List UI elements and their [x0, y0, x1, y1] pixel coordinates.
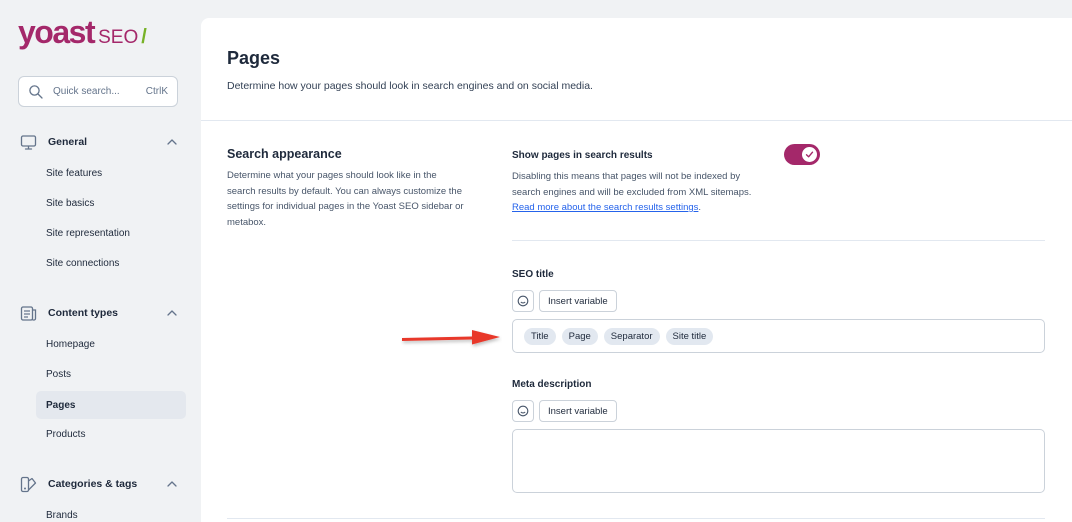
- chevron-up-icon: [167, 139, 177, 145]
- search-results-settings-link[interactable]: Read more about the search results setti…: [512, 202, 698, 213]
- page-title: Pages: [227, 48, 281, 68]
- check-icon: [805, 151, 814, 158]
- sidebar-item-homepage[interactable]: Homepage: [36, 330, 186, 358]
- toggle-description-text: Disabling this means that pages will not…: [512, 171, 752, 198]
- toggle-description: Disabling this means that pages will not…: [512, 171, 752, 213]
- nav-group-categories-tags[interactable]: Categories & tags: [20, 473, 180, 495]
- main-panel: Pages Determine how your pages should lo…: [201, 18, 1072, 522]
- meta-description-insert-variable-button[interactable]: Insert variable: [539, 400, 617, 422]
- sidebar-item-pages[interactable]: Pages: [36, 391, 186, 419]
- chevron-up-icon: [167, 310, 177, 316]
- search-shortcut: CtrlK: [145, 86, 168, 97]
- seo-title-chips: Title Page Separator Site title: [513, 320, 1044, 352]
- search-placeholder: Quick search...: [53, 86, 120, 97]
- content-types-icon: [20, 305, 37, 321]
- seo-title-insert-variable-button[interactable]: Insert variable: [539, 290, 617, 312]
- nav-group-label: Categories & tags: [48, 478, 138, 490]
- variable-chip[interactable]: Site title: [665, 327, 714, 345]
- nav-group-label: Content types: [48, 307, 119, 319]
- quick-search-input[interactable]: Quick search... CtrlK: [18, 76, 178, 107]
- logo-seo: SEO: [98, 27, 139, 48]
- sidebar: yoast SEO / Quick search... CtrlK Genera…: [0, 0, 200, 522]
- toggle-label: Show pages in search results: [512, 150, 653, 161]
- yoast-logo[interactable]: yoast SEO /: [18, 16, 147, 48]
- meta-description-label: Meta description: [512, 379, 592, 390]
- logo-word: yoast: [18, 14, 96, 50]
- nav-group-general[interactable]: General: [20, 131, 180, 153]
- sidebar-item-brands[interactable]: Brands: [36, 501, 186, 522]
- seo-title-input[interactable]: Title Page Separator Site title: [512, 319, 1045, 353]
- sidebar-item-site-features[interactable]: Site features: [36, 159, 186, 187]
- sidebar-item-site-connections[interactable]: Site connections: [36, 249, 186, 277]
- seo-title-label: SEO title: [512, 269, 554, 280]
- sidebar-item-site-basics[interactable]: Site basics: [36, 189, 186, 217]
- monitor-icon: [20, 134, 37, 150]
- variable-chip[interactable]: Title: [524, 327, 556, 345]
- show-in-search-toggle[interactable]: [784, 144, 820, 165]
- logo-slash: /: [141, 26, 147, 48]
- meta-description-emoji-button[interactable]: [512, 400, 534, 422]
- variable-chip[interactable]: Page: [561, 327, 598, 345]
- emoji-icon: [517, 295, 529, 307]
- header-divider: [201, 120, 1072, 121]
- section-divider: [227, 518, 1045, 519]
- arrow-annotation: [402, 330, 500, 345]
- section-title: Search appearance: [227, 147, 342, 161]
- sidebar-item-posts[interactable]: Posts: [36, 360, 186, 388]
- sidebar-item-site-representation[interactable]: Site representation: [36, 219, 186, 247]
- emoji-icon: [517, 405, 529, 417]
- meta-description-input[interactable]: [512, 429, 1045, 493]
- search-icon: [29, 84, 43, 99]
- chevron-up-icon: [167, 481, 177, 487]
- field-divider: [512, 240, 1045, 241]
- toggle-knob: [802, 147, 817, 162]
- nav-group-content-types[interactable]: Content types: [20, 302, 180, 324]
- tag-icon: [20, 476, 37, 492]
- seo-title-emoji-button[interactable]: [512, 290, 534, 312]
- nav-group-label: General: [48, 136, 88, 148]
- section-description: Determine what your pages should look li…: [227, 170, 464, 228]
- sidebar-item-products[interactable]: Products: [36, 420, 186, 448]
- variable-chip[interactable]: Separator: [603, 327, 660, 345]
- page-description: Determine how your pages should look in …: [227, 80, 593, 92]
